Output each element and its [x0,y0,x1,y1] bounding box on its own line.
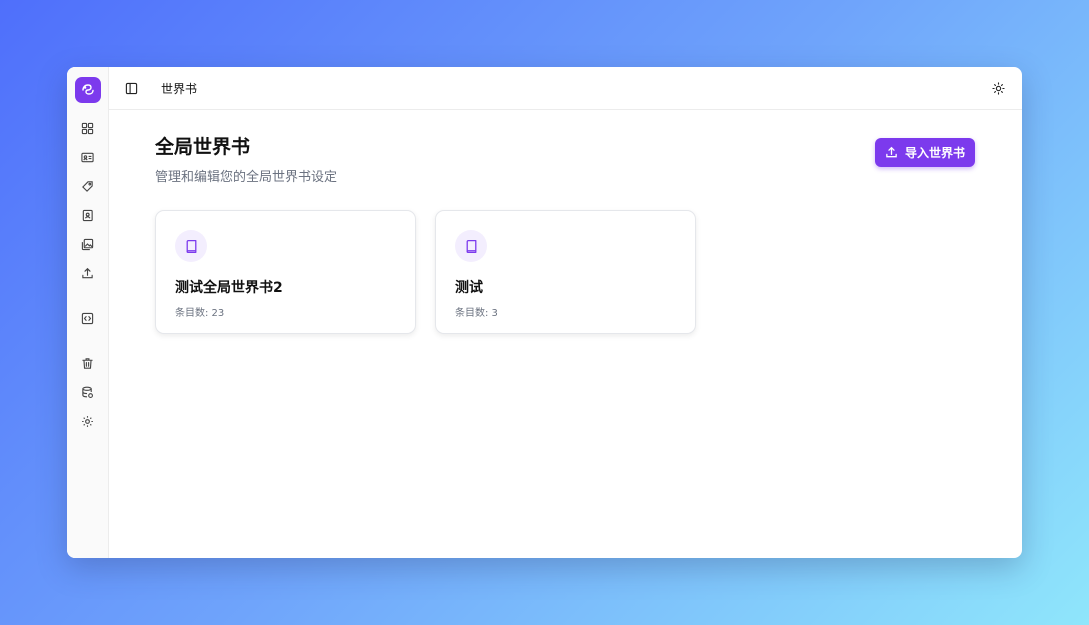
card-title: 测试全局世界书2 [175,280,283,296]
icon-rail [67,67,109,558]
breadcrumb: 世界书 [161,81,198,96]
worldbook-list: 测试全局世界书2 条目数: 23 测试 条目数: 3 [155,210,976,334]
gallery-icon[interactable] [76,232,100,256]
book-icon [455,230,487,262]
page-title: 全局世界书 [155,136,251,158]
dashboard-grid-icon[interactable] [76,116,100,140]
import-button-label: 导入世界书 [904,146,965,160]
top-bar: 世界书 [109,67,1022,110]
content: 全局世界书 管理和编辑您的全局世界书设定 导入世界书 测试全局世界书2 条目数:… [109,110,1022,334]
database-icon[interactable] [76,380,100,404]
trash-icon[interactable] [76,351,100,375]
sun-icon[interactable] [988,78,1008,98]
sidebar-toggle-icon[interactable] [122,79,140,97]
card-entry-count: 条目数: 3 [455,308,498,319]
card-entry-count: 条目数: 23 [175,308,225,319]
book-icon [175,230,207,262]
upload-icon[interactable] [76,261,100,285]
card-title: 测试 [455,280,483,296]
import-worldbook-button[interactable]: 导入世界书 [874,138,975,167]
tag-icon[interactable] [76,174,100,198]
contact-book-icon[interactable] [76,203,100,227]
page-subtitle: 管理和编辑您的全局世界书设定 [155,170,338,185]
id-card-icon[interactable] [76,145,100,169]
gear-icon[interactable] [76,409,100,433]
code-box-icon[interactable] [76,306,100,330]
main-area: 世界书 全局世界书 管理和编辑您的全局世界书设定 导入世界书 测试全局世界书2 … [109,67,1022,558]
worldbook-card[interactable]: 测试 条目数: 3 [435,210,696,334]
sparkle-logo-icon[interactable] [74,77,101,103]
upload-icon [886,146,897,158]
app-window: 世界书 全局世界书 管理和编辑您的全局世界书设定 导入世界书 测试全局世界书2 … [67,67,1022,558]
worldbook-card[interactable]: 测试全局世界书2 条目数: 23 [155,210,416,334]
